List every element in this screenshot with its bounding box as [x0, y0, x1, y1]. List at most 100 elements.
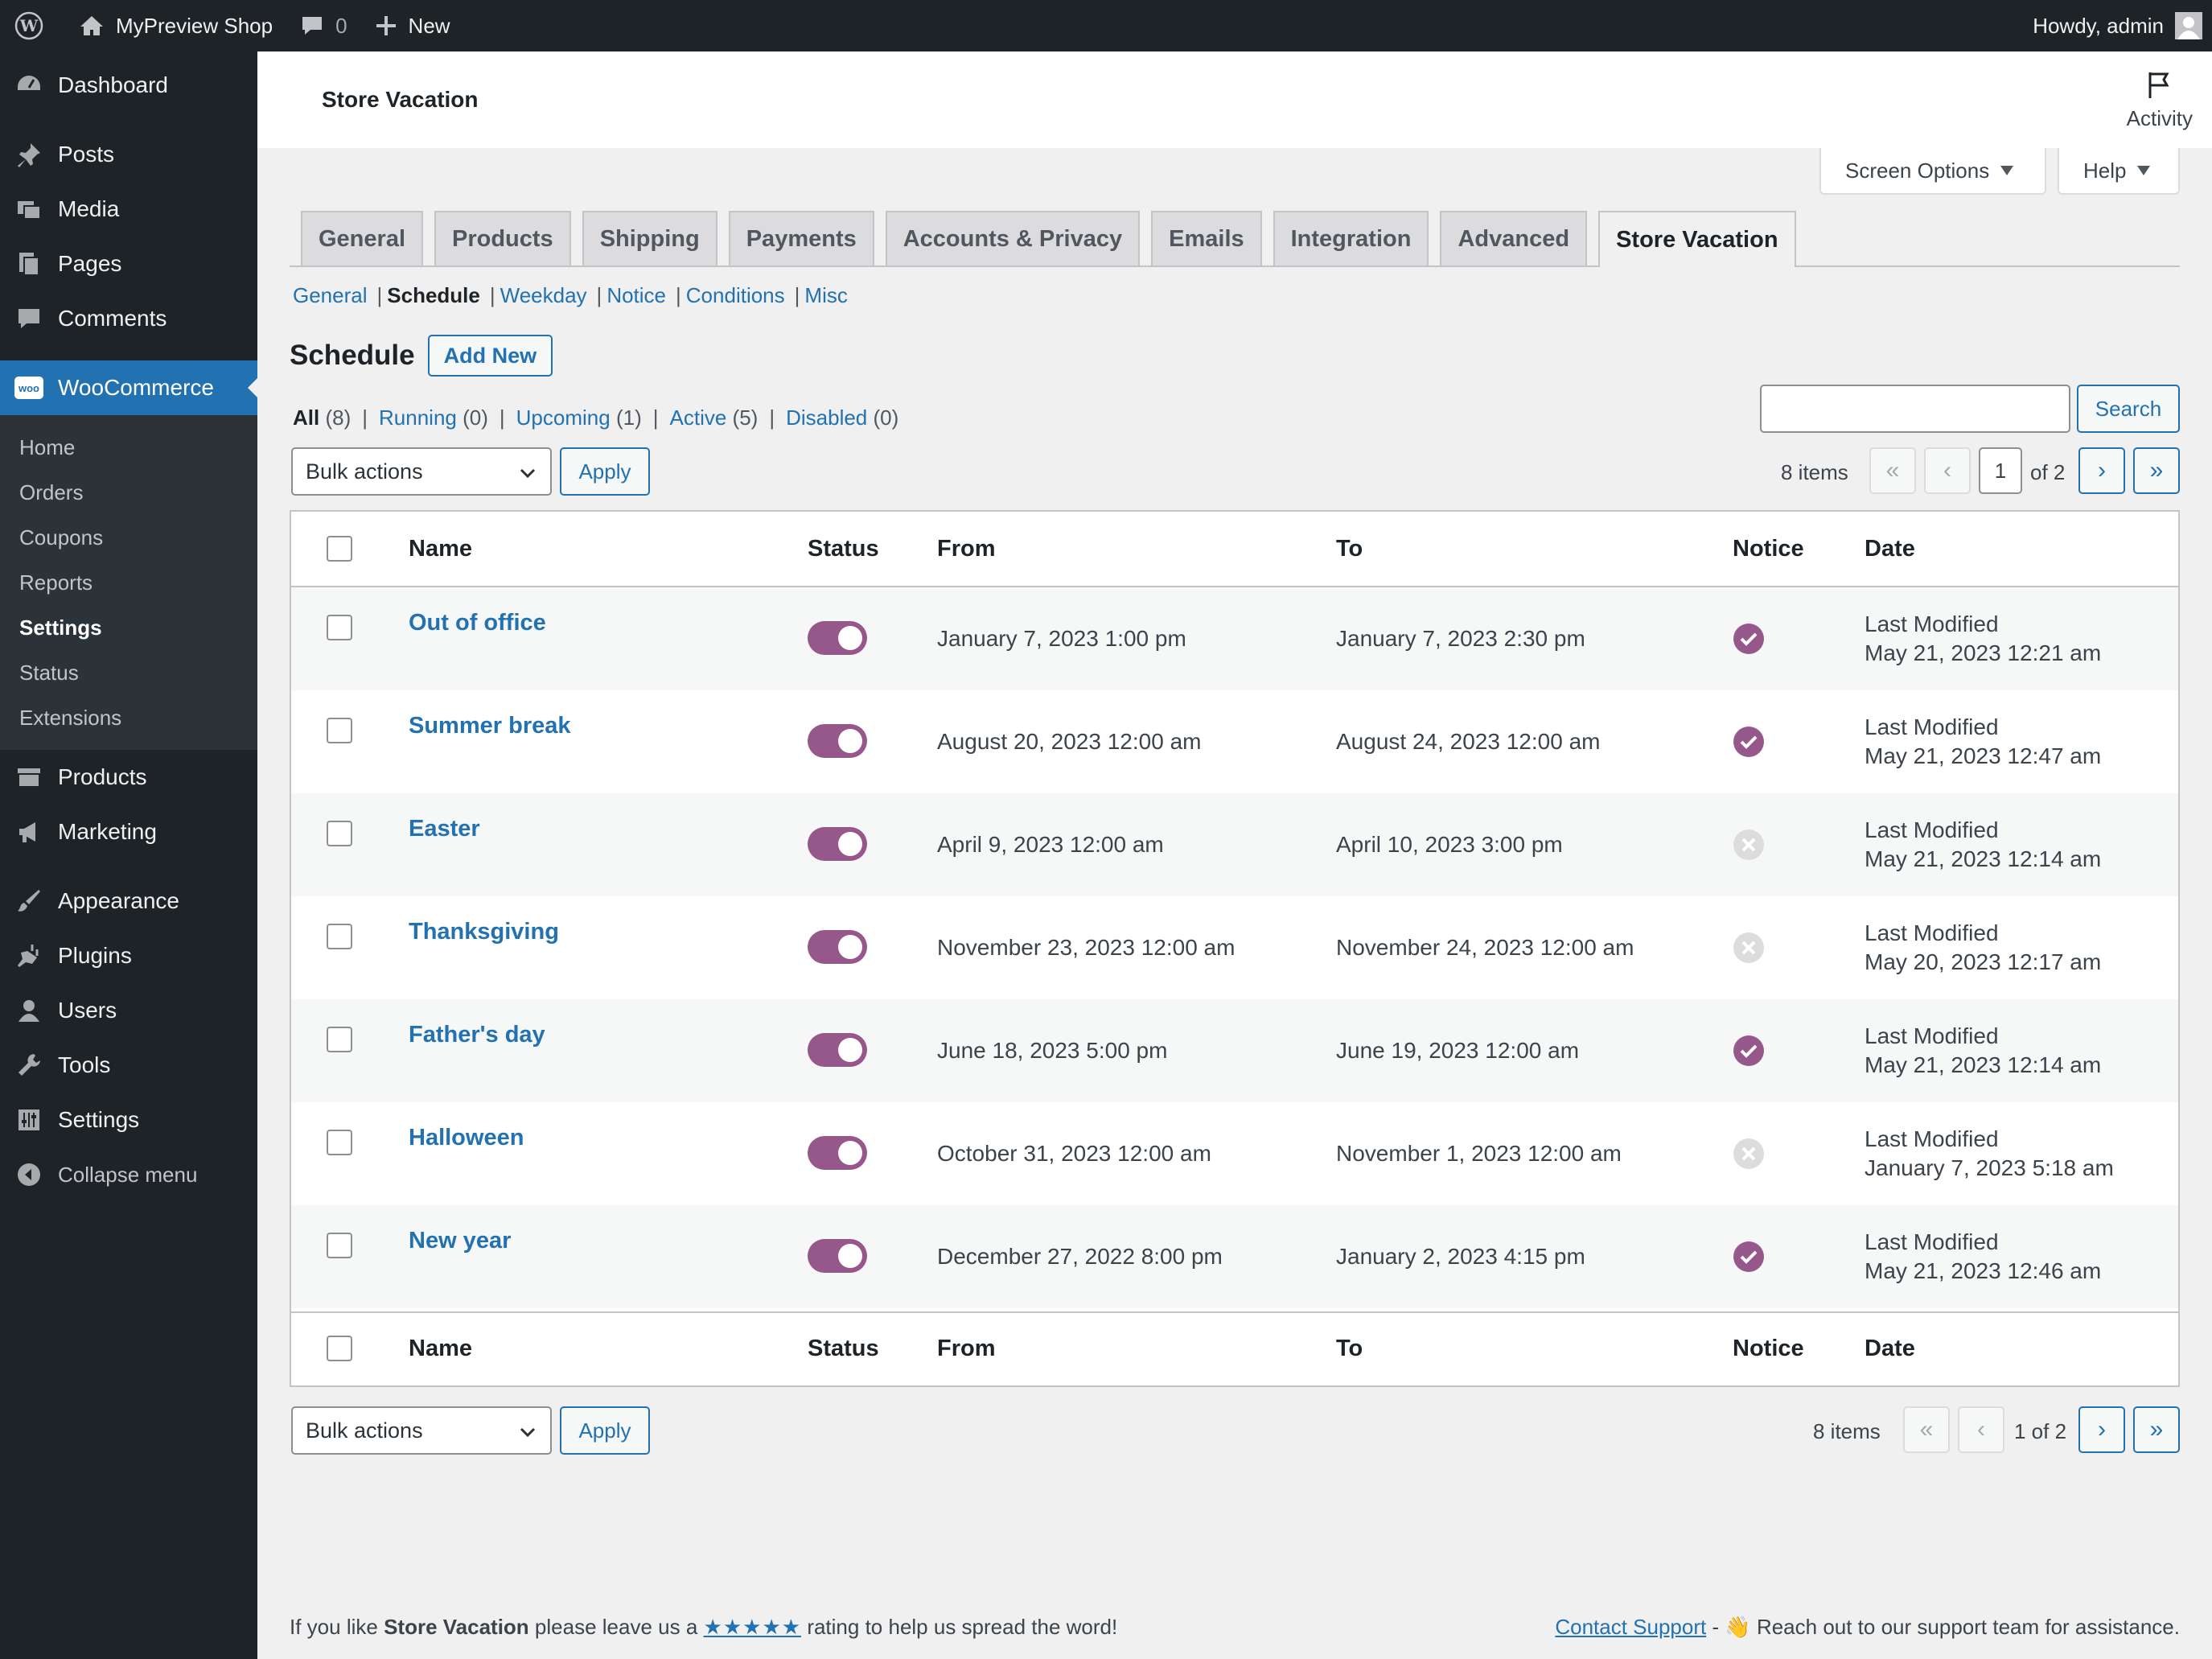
row-checkbox[interactable] [327, 1027, 352, 1052]
status-toggle[interactable] [808, 1239, 867, 1273]
row-checkbox[interactable] [327, 615, 352, 640]
activity-button[interactable]: Activity [2127, 69, 2193, 131]
column-date[interactable]: Date [1865, 1336, 1915, 1362]
schedule-name-link[interactable]: Easter [409, 816, 480, 842]
view-all[interactable]: All (8) [293, 405, 351, 430]
row-checkbox[interactable] [327, 1130, 352, 1155]
view-upcoming[interactable]: Upcoming (1) [516, 405, 642, 430]
search-button[interactable]: Search [2077, 385, 2180, 433]
tab-products[interactable]: Products [434, 211, 571, 266]
status-toggle[interactable] [808, 827, 867, 861]
row-checkbox[interactable] [327, 821, 352, 846]
tab-shipping[interactable]: Shipping [582, 211, 717, 266]
menu-dashboard[interactable]: Dashboard [0, 58, 257, 113]
schedule-name-link[interactable]: Thanksgiving [409, 919, 559, 945]
tab-payments[interactable]: Payments [728, 211, 874, 266]
tab-store-vacation[interactable]: Store Vacation [1598, 211, 1796, 267]
submenu-extensions[interactable]: Extensions [0, 695, 257, 740]
contact-support-link[interactable]: Contact Support [1555, 1615, 1706, 1639]
screen-options-button[interactable]: Screen Options [1819, 148, 2046, 195]
menu-settings[interactable]: Settings [0, 1093, 257, 1147]
select-all-checkbox[interactable] [327, 536, 352, 562]
menu-woocommerce[interactable]: woo WooCommerce [0, 360, 257, 415]
first-page-button[interactable]: « [1903, 1406, 1950, 1453]
schedule-name-link[interactable]: Halloween [409, 1125, 524, 1151]
menu-tools[interactable]: Tools [0, 1038, 257, 1093]
view-active[interactable]: Active (5) [670, 405, 759, 430]
tab-accounts-privacy[interactable]: Accounts & Privacy [885, 211, 1141, 266]
schedule-name-link[interactable]: Summer break [409, 713, 571, 739]
column-from[interactable]: From [937, 536, 996, 562]
menu-posts[interactable]: Posts [0, 127, 257, 182]
my-account-link[interactable]: Howdy, admin [2021, 0, 2212, 51]
last-page-button[interactable]: » [2133, 447, 2180, 494]
schedule-name-link[interactable]: Father's day [409, 1022, 545, 1048]
apply-button-bottom[interactable]: Apply [560, 1406, 650, 1455]
menu-products[interactable]: Products [0, 750, 257, 805]
subnav-weekday[interactable]: Weekday [500, 283, 587, 308]
column-to[interactable]: To [1336, 1336, 1363, 1362]
date-label: Last Modified [1865, 920, 1999, 945]
next-page-button[interactable]: › [2078, 447, 2125, 494]
column-name[interactable]: Name [409, 1336, 472, 1362]
menu-appearance[interactable]: Appearance [0, 874, 257, 928]
first-page-button[interactable]: « [1869, 447, 1916, 494]
subnav-conditions[interactable]: Conditions [686, 283, 785, 308]
view-running[interactable]: Running (0) [379, 405, 488, 430]
bulk-actions-select-bottom[interactable]: Bulk actions [291, 1406, 552, 1455]
row-checkbox[interactable] [327, 718, 352, 743]
column-to[interactable]: To [1336, 536, 1363, 562]
row-checkbox[interactable] [327, 924, 352, 949]
last-page-button[interactable]: » [2133, 1406, 2180, 1453]
menu-media[interactable]: Media [0, 182, 257, 237]
submenu-settings[interactable]: Settings [0, 605, 257, 650]
add-new-button[interactable]: Add New [427, 335, 553, 377]
subnav-schedule[interactable]: Schedule [387, 283, 480, 308]
next-page-button[interactable]: › [2078, 1406, 2125, 1453]
subnav-notice[interactable]: Notice [606, 283, 666, 308]
submenu-status[interactable]: Status [0, 650, 257, 695]
menu-users[interactable]: Users [0, 983, 257, 1038]
select-all-checkbox[interactable] [327, 1336, 352, 1361]
wordpress-logo-icon[interactable]: W [0, 0, 68, 51]
status-toggle[interactable] [808, 1033, 867, 1067]
menu-comments[interactable]: Comments [0, 291, 257, 346]
tab-general[interactable]: General [301, 211, 423, 266]
subnav-general[interactable]: General [293, 283, 368, 308]
current-page-input[interactable]: 1 [1979, 447, 2022, 494]
prev-page-button[interactable]: ‹ [1924, 447, 1971, 494]
submenu-reports[interactable]: Reports [0, 560, 257, 605]
subnav-misc[interactable]: Misc [804, 283, 847, 308]
submenu-coupons[interactable]: Coupons [0, 515, 257, 560]
status-toggle[interactable] [808, 1136, 867, 1170]
tab-advanced[interactable]: Advanced [1440, 211, 1588, 266]
column-date[interactable]: Date [1865, 536, 1915, 562]
prev-page-button[interactable]: ‹ [1958, 1406, 2004, 1453]
column-name[interactable]: Name [409, 536, 472, 562]
tab-emails[interactable]: Emails [1151, 211, 1262, 266]
comments-link[interactable]: 0 [284, 0, 358, 51]
help-button[interactable]: Help [2058, 148, 2180, 195]
bulk-actions-select-top[interactable]: Bulk actions [291, 447, 552, 496]
schedule-name-link[interactable]: Out of office [409, 610, 546, 636]
new-content-link[interactable]: New [359, 0, 462, 51]
row-checkbox[interactable] [327, 1233, 352, 1258]
submenu-home[interactable]: Home [0, 425, 257, 470]
rating-stars-link[interactable]: ★★★★★ [704, 1615, 802, 1639]
search-input[interactable] [1760, 385, 2070, 433]
schedule-name-link[interactable]: New year [409, 1228, 511, 1254]
status-toggle[interactable] [808, 621, 867, 655]
apply-button-top[interactable]: Apply [560, 447, 650, 496]
date-cell: Last Modified May 21, 2023 12:47 am [1865, 713, 2101, 771]
status-toggle[interactable] [808, 724, 867, 758]
view-disabled[interactable]: Disabled (0) [786, 405, 898, 430]
status-toggle[interactable] [808, 930, 867, 964]
menu-pages[interactable]: Pages [0, 237, 257, 291]
menu-plugins[interactable]: Plugins [0, 928, 257, 983]
column-from[interactable]: From [937, 1336, 996, 1362]
collapse-menu-button[interactable]: Collapse menu [0, 1147, 257, 1202]
submenu-orders[interactable]: Orders [0, 470, 257, 515]
site-name-link[interactable]: MyPreview Shop [68, 0, 284, 51]
menu-marketing[interactable]: Marketing [0, 805, 257, 859]
tab-integration[interactable]: Integration [1273, 211, 1429, 266]
